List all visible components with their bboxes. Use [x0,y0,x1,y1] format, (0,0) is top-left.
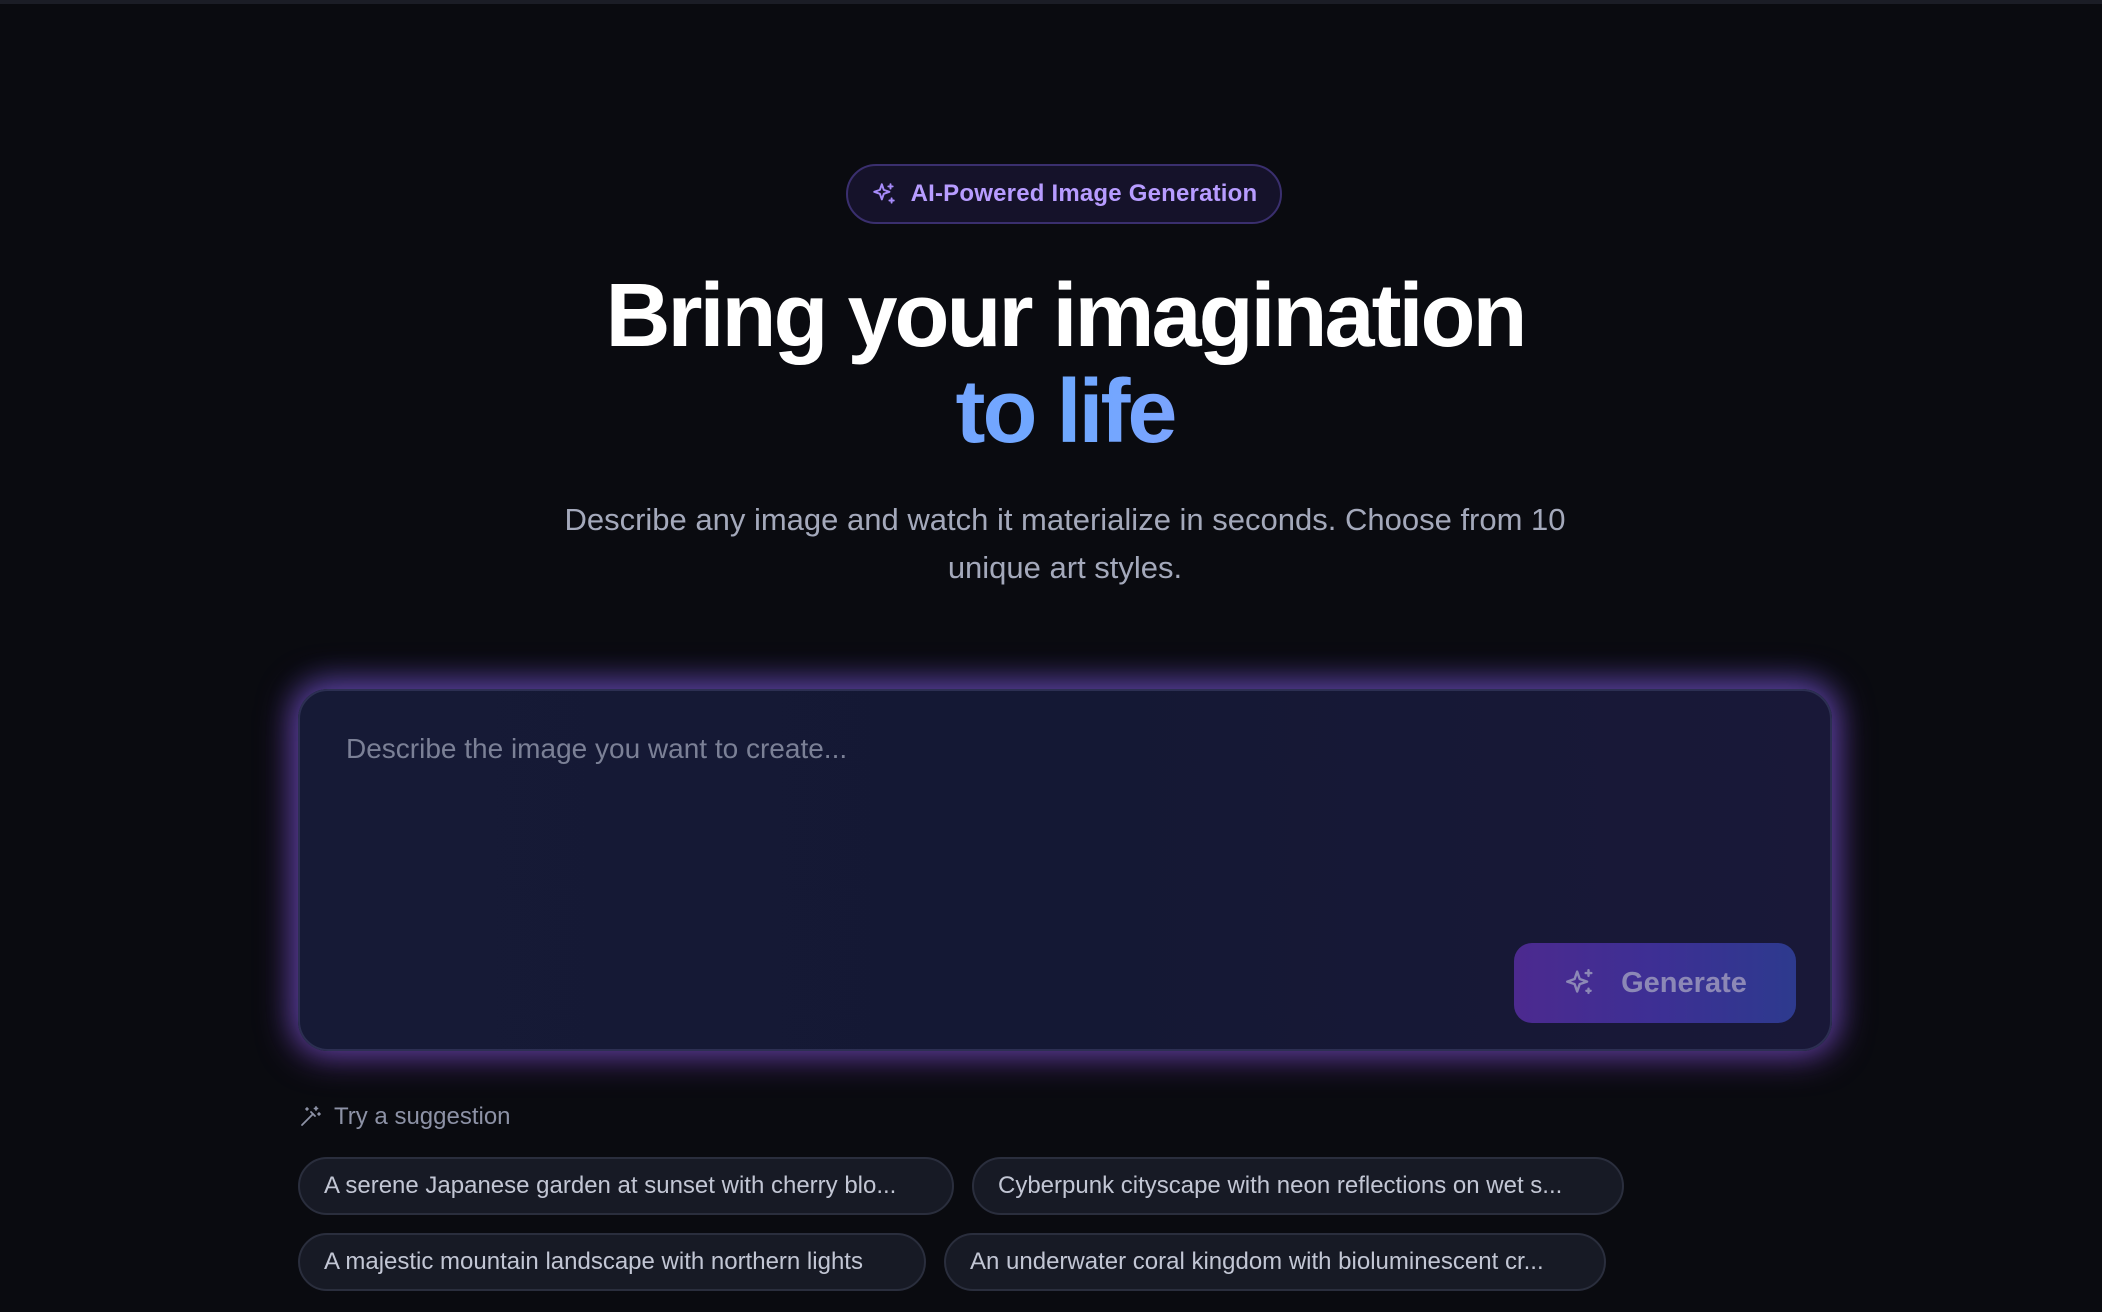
suggestion-chip[interactable]: A majestic mountain landscape with north… [298,1233,926,1291]
suggestion-chip[interactable]: Cyberpunk cityscape with neon reflection… [972,1157,1624,1215]
headline-line-1: Bring your imagination [605,266,1527,366]
hero-subtitle: Describe any image and watch it material… [564,502,1566,585]
suggestions-header: Try a suggestion [298,1100,511,1134]
generate-label: Generate [1621,966,1747,999]
generate-button[interactable]: Generate [1514,943,1796,1023]
prompt-input[interactable] [344,731,1788,935]
page: AI-Powered Image Generation Bring your i… [0,0,2102,1312]
suggestion-chip[interactable]: A serene Japanese garden at sunset with … [298,1157,954,1215]
magic-wand-icon [298,1105,322,1129]
sparkles-icon [1563,966,1597,1000]
headline-line-2: to life [0,364,2102,460]
suggestions-title: Try a suggestion [334,1103,511,1130]
sparkles-icon [871,181,897,207]
badge-label: AI-Powered Image Generation [910,180,1258,207]
prompt-card: Generate [298,689,1832,1051]
feature-badge: AI-Powered Image Generation [846,164,1282,224]
hero-headline: Bring your imagination to life [0,268,2102,460]
suggestion-chip[interactable]: An underwater coral kingdom with biolumi… [944,1233,1606,1291]
